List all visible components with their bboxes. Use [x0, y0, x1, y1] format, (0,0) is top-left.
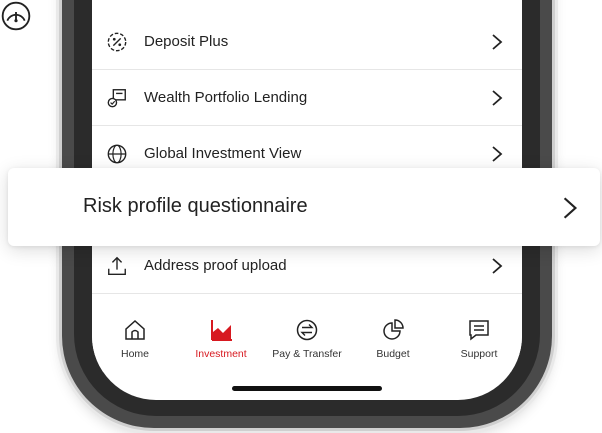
tab-support[interactable]: Support — [436, 308, 522, 372]
transfer-arrows-icon — [296, 319, 318, 341]
chevron-right-icon — [492, 34, 503, 50]
home-icon — [125, 319, 145, 340]
upload-icon — [108, 256, 126, 275]
pie-chart-icon — [383, 319, 404, 340]
tab-pay-transfer[interactable]: Pay & Transfer — [264, 308, 350, 372]
tab-investment[interactable]: Investment — [178, 308, 264, 372]
chevron-right-icon — [492, 258, 503, 274]
investment-chart-icon — [211, 320, 232, 341]
list-item-label: Deposit Plus — [144, 33, 229, 50]
home-indicator — [232, 386, 382, 391]
list-item-address-proof-upload[interactable]: Address proof upload — [92, 238, 522, 294]
tab-label: Budget — [376, 348, 410, 360]
list-item-label: Address proof upload — [144, 257, 287, 274]
globe-icon — [107, 144, 127, 164]
chat-icon — [469, 320, 489, 341]
percent-badge-icon — [107, 32, 127, 52]
list-item-label: Wealth Portfolio Lending — [144, 89, 308, 106]
speedometer-icon — [1, 1, 31, 31]
bottom-tab-bar: Home Investment Pay & Transfer Budget Su… — [92, 308, 522, 372]
chevron-right-icon — [492, 146, 503, 162]
tab-label: Investment — [195, 348, 247, 360]
tab-home[interactable]: Home — [92, 308, 178, 372]
tab-label: Support — [460, 348, 498, 360]
tab-label: Pay & Transfer — [272, 348, 342, 360]
list-item-label: Global Investment View — [144, 145, 302, 162]
portfolio-lending-icon — [107, 89, 126, 108]
risk-profile-questionnaire-label: Risk profile questionnaire — [83, 195, 308, 217]
tab-label: Home — [120, 348, 149, 360]
list-item-deposit-plus[interactable]: Deposit Plus — [92, 14, 522, 70]
chevron-right-icon — [563, 197, 578, 219]
list-item-wealth-portfolio-lending[interactable]: Wealth Portfolio Lending — [92, 70, 522, 126]
tab-budget[interactable]: Budget — [350, 308, 436, 372]
chevron-right-icon — [492, 90, 503, 106]
